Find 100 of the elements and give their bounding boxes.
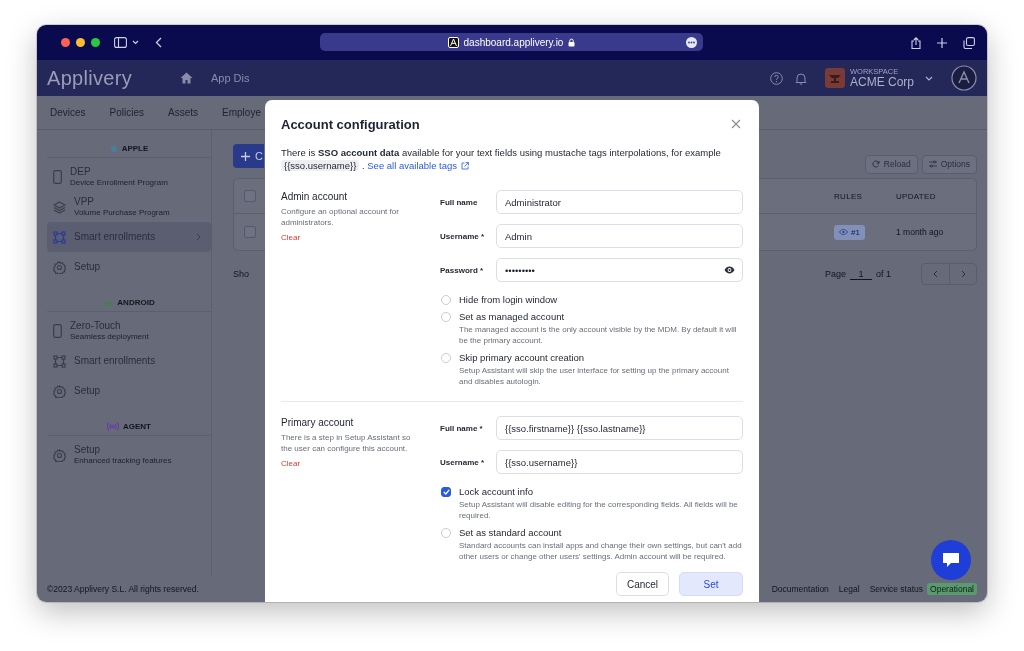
close-button[interactable] xyxy=(729,117,743,131)
plus-icon xyxy=(241,151,250,161)
field-label: Username * xyxy=(440,231,486,241)
text-field[interactable]: {{sso.firstname}} {{sso.lastname}} xyxy=(496,416,743,440)
field-label: Full name xyxy=(440,197,479,207)
select-all-checkbox[interactable] xyxy=(244,190,256,202)
eye-icon[interactable] xyxy=(724,266,735,274)
option-description: Setup Assistant will disable editing for the corresponding fields. All fields will be required. xyxy=(459,499,739,521)
sidebar-item[interactable]: Setup xyxy=(47,376,211,406)
reload-button[interactable]: Reload xyxy=(864,154,918,174)
home-icon[interactable] xyxy=(179,72,193,84)
checkbox-label[interactable]: Lock account info xyxy=(459,486,743,497)
address-bar[interactable]: dashboard.applivery.io xyxy=(320,33,703,51)
bell-icon[interactable] xyxy=(795,71,807,85)
field-label: Full name * xyxy=(440,423,484,433)
column-header: RULES xyxy=(834,191,864,201)
more-icon[interactable] xyxy=(686,37,697,48)
page-input[interactable]: 1 xyxy=(850,268,872,280)
layers-icon xyxy=(53,200,66,214)
sidebar-item[interactable]: DEP Device Enrollment Program xyxy=(47,162,211,192)
checkbox-label[interactable]: Set as managed account xyxy=(459,311,743,322)
url-text: dashboard.applivery.io xyxy=(463,36,564,48)
android-icon xyxy=(103,299,114,306)
dialog-title: Account configuration xyxy=(281,116,420,132)
set-button[interactable]: Set xyxy=(679,572,743,596)
showing-text: Sho xyxy=(233,269,249,279)
back-icon[interactable] xyxy=(155,37,162,48)
intro-text: There is SSO account data available for your text fields using mustache tags interpolations, for example {{sso.username}} . See all available tags xyxy=(281,146,722,172)
section-description: Configure an optional account for administrators. xyxy=(281,206,400,228)
external-link-icon xyxy=(461,161,470,170)
close-window-button[interactable] xyxy=(61,38,70,47)
field-label: Username * xyxy=(440,457,486,467)
chevron-right-icon xyxy=(196,233,201,241)
help-icon[interactable] xyxy=(770,71,783,85)
field-label: Password * xyxy=(440,265,485,275)
apple-icon xyxy=(109,144,118,153)
sidebar-item[interactable]: Smart enrollments xyxy=(47,346,211,376)
cancel-button[interactable]: Cancel xyxy=(616,572,669,596)
table-cell-text: 1 month ago xyxy=(896,227,945,237)
sidebar-item[interactable]: Setup xyxy=(47,252,211,282)
sidebar-item[interactable]: Zero-Touch Seamless deployment xyxy=(47,316,211,346)
tabs-icon[interactable] xyxy=(963,36,975,49)
minimize-window-button[interactable] xyxy=(76,38,85,47)
gear-icon xyxy=(53,448,66,462)
rules-badge[interactable]: #1 xyxy=(834,224,865,240)
options-button[interactable]: Options xyxy=(921,154,977,174)
clear-link[interactable]: Clear xyxy=(281,233,301,242)
eye-icon xyxy=(839,229,848,235)
checkbox-label[interactable]: Hide from login window xyxy=(459,294,558,305)
site-logo-icon xyxy=(447,36,459,48)
row-checkbox[interactable] xyxy=(244,226,256,238)
chat-bubble-icon xyxy=(942,552,960,568)
close-icon xyxy=(731,119,741,129)
zoom-window-button[interactable] xyxy=(91,38,100,47)
create-button[interactable]: C xyxy=(233,144,264,168)
text-field[interactable]: Administrator xyxy=(496,190,743,214)
section-title: AGENT xyxy=(123,422,151,431)
section-description: There is a step in Setup Assistant so the user can configure this account. xyxy=(281,432,412,454)
phone-icon xyxy=(53,170,62,184)
footer-link[interactable]: Service status xyxy=(869,584,924,594)
sidebar-item[interactable]: Setup Enhanced tracking features xyxy=(47,440,211,470)
chevron-down-icon[interactable] xyxy=(132,40,139,45)
page-label: Page xyxy=(824,269,846,279)
status-badge: Operational xyxy=(927,583,977,595)
option-description: The managed account is the only account visible by the MDM. By default it will be the primary account. xyxy=(459,324,738,346)
nav-tab[interactable]: Employe xyxy=(222,107,261,118)
option-description: Standard accounts can install apps and change their own settings, but can't add other users or change other users' settings. Admin account will be required. xyxy=(459,540,743,562)
phone-icon xyxy=(53,324,62,338)
gear-icon xyxy=(53,260,66,274)
checkbox-label[interactable]: Set as standard account xyxy=(459,527,743,538)
nav-tab[interactable]: Policies xyxy=(109,107,145,118)
checkbox-label[interactable]: Skip primary account creation xyxy=(459,352,743,363)
footer-link[interactable]: Legal xyxy=(838,584,860,594)
section-title: APPLE xyxy=(121,144,149,153)
nav-tab[interactable]: Assets xyxy=(168,107,199,118)
section-title: ANDROID xyxy=(117,298,155,307)
available-tags-link[interactable]: See all available tags xyxy=(367,159,470,172)
clear-link[interactable]: Clear xyxy=(281,459,301,468)
text-field[interactable]: {{sso.username}} xyxy=(496,450,743,474)
reload-icon xyxy=(871,160,880,168)
chevron-down-icon xyxy=(925,75,933,81)
plus-icon[interactable] xyxy=(937,37,947,48)
sidebar-item[interactable]: VPP Volume Purchase Program xyxy=(47,192,211,222)
footer-link[interactable]: Documentation xyxy=(771,584,829,594)
app-logo[interactable]: Applivery xyxy=(47,66,132,90)
anvil-icon xyxy=(825,68,845,88)
gear-icon xyxy=(53,384,66,398)
nodes-icon xyxy=(53,230,66,244)
nav-tab[interactable]: Devices xyxy=(50,107,86,118)
chat-button[interactable] xyxy=(931,540,971,580)
signal-icon xyxy=(107,422,119,431)
section-title: Primary account xyxy=(281,417,355,428)
nav-link[interactable]: App Dis xyxy=(210,72,250,84)
text-field[interactable]: Admin xyxy=(496,224,743,248)
sidebar-toggle-icon[interactable] xyxy=(114,37,127,48)
password-field[interactable]: ••••••••• xyxy=(496,258,743,282)
copyright-text: ©2023 Applivery S.L. All rights reserved. xyxy=(47,584,199,594)
user-avatar-icon[interactable] xyxy=(951,65,977,91)
share-icon[interactable] xyxy=(911,36,921,49)
checkbox[interactable] xyxy=(441,487,451,497)
